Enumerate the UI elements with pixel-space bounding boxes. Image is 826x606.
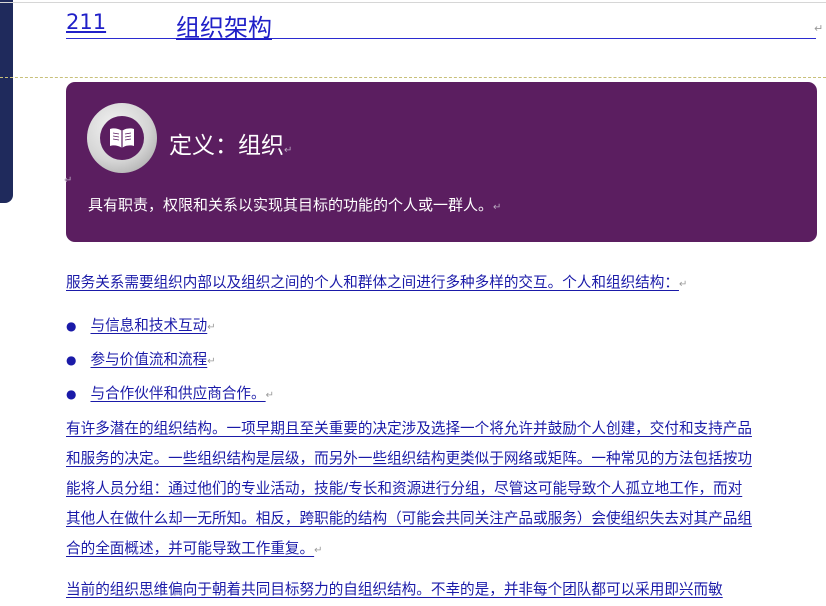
left-margin-bar [0, 0, 13, 203]
definition-title: 定义：组织↵ [169, 133, 293, 159]
body-paragraph: 有许多潜在的组织结构。一项早期且至关重要的决定涉及选择一个将允许并鼓励个人创建，… [66, 420, 752, 557]
definition-box: 定义：组织↵ ↵ 具有职责，权限和关系以实现其目标的功能的个人或一群人。↵ [64, 82, 817, 242]
section-heading[interactable]: 211 组织架构 [66, 8, 816, 42]
list-item: ● 参与价值流和流程↵ [66, 351, 216, 368]
section-title: 组织架构 [176, 14, 272, 42]
book-badge [87, 103, 157, 173]
paragraph-mark: ↵ [814, 22, 824, 35]
body-paragraph-partial: 当前的组织思维偏向于朝着共同目标努力的自组织结构。不幸的是，并非每个团队都可以采… [66, 581, 723, 598]
list-item: ● 与信息和技术互动↵ [66, 317, 216, 334]
book-icon [110, 128, 134, 148]
top-rule [0, 2, 826, 3]
section-number: 211 [66, 10, 107, 34]
page-boundary-rule [0, 77, 826, 78]
list-item: ● 与合作伙伴和供应商合作。↵ [66, 385, 275, 402]
intro-paragraph: 服务关系需要组织内部以及组织之间的个人和群体之间进行多种多样的交互。个人和组织结… [66, 274, 688, 291]
definition-body: 具有职责，权限和关系以实现其目标的功能的个人或一群人。↵ [88, 196, 502, 214]
